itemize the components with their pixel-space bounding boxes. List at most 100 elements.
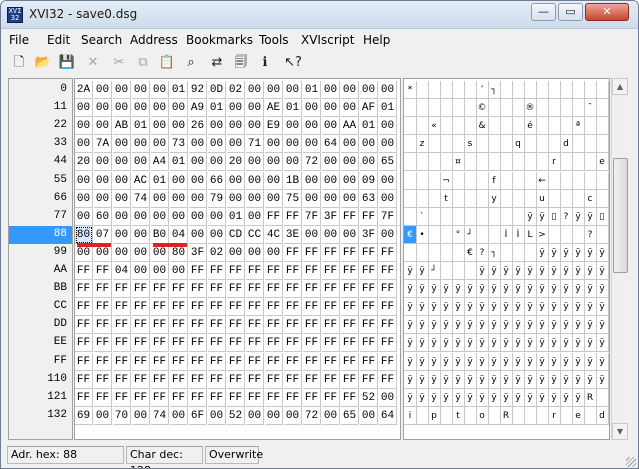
hex-byte-cell[interactable]: FF — [189, 262, 207, 280]
hex-byte-cell[interactable]: FF — [303, 371, 321, 389]
new-file-icon[interactable]: 🗋 — [9, 53, 29, 73]
hex-byte-cell[interactable]: 00 — [303, 99, 321, 117]
hex-byte-cell[interactable]: FF — [322, 262, 340, 280]
hex-byte-cell[interactable]: FF — [189, 334, 207, 352]
hex-byte-cell[interactable]: 00 — [75, 190, 93, 208]
hex-byte-cell[interactable]: FF — [170, 280, 188, 298]
hex-byte-cell[interactable]: 01 — [227, 208, 245, 226]
hex-byte-cell[interactable]: 00 — [360, 153, 378, 171]
hex-byte-cell[interactable]: FF — [360, 334, 378, 352]
hex-byte-cell[interactable]: FF — [208, 334, 226, 352]
hex-byte-cell[interactable]: FF — [322, 371, 340, 389]
resize-grip-icon[interactable] — [626, 457, 636, 467]
hex-byte-cell[interactable]: FF — [113, 334, 131, 352]
hex-byte-cell[interactable]: FF — [170, 316, 188, 334]
hex-byte-cell[interactable]: FF — [341, 334, 359, 352]
hex-byte-cell[interactable]: FF — [303, 280, 321, 298]
hex-byte-cell[interactable]: FF — [303, 244, 321, 262]
hex-byte-cell[interactable]: 00 — [132, 81, 150, 99]
hex-byte-cell[interactable]: 00 — [246, 81, 264, 99]
text-char-cell[interactable] — [596, 99, 609, 117]
hex-byte-cell[interactable]: FF — [75, 371, 93, 389]
hex-byte-cell[interactable]: 00 — [303, 190, 321, 208]
hex-byte-cell[interactable]: 00 — [227, 244, 245, 262]
hex-byte-cell[interactable]: FF — [322, 244, 340, 262]
hex-byte-cell[interactable]: 00 — [360, 135, 378, 153]
menu-address[interactable]: Address — [130, 33, 178, 47]
hex-byte-cell[interactable]: 80 — [75, 226, 93, 244]
hex-byte-cell[interactable]: 00 — [265, 407, 283, 425]
hex-byte-cell[interactable]: 70 — [113, 407, 131, 425]
hex-byte-cell[interactable]: 00 — [132, 262, 150, 280]
text-char-cell[interactable] — [596, 389, 609, 407]
text-char-cell[interactable] — [596, 226, 609, 244]
hex-byte-cell[interactable]: FF — [265, 208, 283, 226]
hex-byte-cell[interactable]: FF — [265, 371, 283, 389]
hex-byte-cell[interactable]: 65 — [341, 407, 359, 425]
hex-byte-cell[interactable]: 00 — [379, 190, 397, 208]
hex-byte-cell[interactable]: AB — [113, 117, 131, 135]
hex-byte-cell[interactable]: 00 — [94, 81, 112, 99]
hex-byte-cell[interactable]: FF — [227, 316, 245, 334]
hex-byte-cell[interactable]: FF — [246, 334, 264, 352]
hex-byte-cell[interactable]: 00 — [208, 407, 226, 425]
hex-byte-cell[interactable]: 00 — [379, 172, 397, 190]
hex-byte-cell[interactable]: FF — [75, 389, 93, 407]
hex-byte-cell[interactable]: FF — [265, 389, 283, 407]
hex-byte-cell[interactable]: FF — [227, 298, 245, 316]
menu-bookmarks[interactable]: Bookmarks — [186, 33, 253, 47]
save-icon[interactable]: 💾 — [57, 53, 77, 73]
hex-byte-cell[interactable]: 01 — [208, 99, 226, 117]
hex-byte-cell[interactable]: 04 — [113, 262, 131, 280]
text-char-cell[interactable]: ÿ — [596, 280, 609, 298]
hex-byte-cell[interactable]: CC — [246, 226, 264, 244]
hex-byte-cell[interactable]: FF — [379, 244, 397, 262]
hex-byte-cell[interactable]: 00 — [113, 153, 131, 171]
hex-byte-cell[interactable]: A4 — [151, 153, 169, 171]
hex-byte-cell[interactable]: 00 — [265, 172, 283, 190]
hex-grid[interactable]: 2A 00 00 00 00 01 92 0D 02 00 00 00 01 00 00 00 00 00 00 00… — [74, 78, 401, 440]
hex-byte-cell[interactable]: FF — [379, 316, 397, 334]
hex-byte-cell[interactable]: FF — [360, 280, 378, 298]
hex-byte-cell[interactable]: FF — [189, 298, 207, 316]
hex-byte-cell[interactable]: 00 — [113, 81, 131, 99]
hex-byte-cell[interactable]: 00 — [75, 208, 93, 226]
text-char-cell[interactable] — [596, 135, 609, 153]
hex-byte-cell[interactable]: 00 — [189, 135, 207, 153]
scroll-down-icon[interactable]: ▼ — [612, 423, 628, 440]
hex-byte-cell[interactable]: 00 — [208, 153, 226, 171]
hex-byte-cell[interactable]: FF — [379, 262, 397, 280]
hex-byte-cell[interactable]: 00 — [379, 135, 397, 153]
hex-byte-cell[interactable]: 00 — [379, 117, 397, 135]
hex-byte-cell[interactable]: A9 — [189, 99, 207, 117]
hex-byte-cell[interactable]: 00 — [113, 244, 131, 262]
hex-byte-cell[interactable]: FF — [75, 262, 93, 280]
hex-byte-cell[interactable]: 00 — [113, 190, 131, 208]
hex-byte-cell[interactable]: FF — [208, 298, 226, 316]
hex-byte-cell[interactable]: FF — [189, 316, 207, 334]
hex-byte-cell[interactable]: 00 — [170, 99, 188, 117]
hex-byte-cell[interactable]: FF — [151, 353, 169, 371]
find-icon[interactable]: ⌕ — [181, 53, 201, 73]
hex-byte-cell[interactable]: FF — [322, 316, 340, 334]
hex-byte-cell[interactable]: FF — [151, 316, 169, 334]
hex-byte-cell[interactable]: FF — [94, 371, 112, 389]
hex-byte-cell[interactable]: 07 — [94, 226, 112, 244]
hex-byte-cell[interactable]: FF — [265, 262, 283, 280]
hex-byte-cell[interactable]: 00 — [246, 172, 264, 190]
hex-byte-cell[interactable]: 00 — [132, 135, 150, 153]
hex-byte-cell[interactable]: FF — [189, 389, 207, 407]
hex-byte-cell[interactable]: FF — [151, 280, 169, 298]
hex-byte-cell[interactable]: 00 — [246, 153, 264, 171]
hex-byte-cell[interactable]: FF — [341, 371, 359, 389]
hex-byte-cell[interactable]: FF — [113, 371, 131, 389]
hex-byte-cell[interactable]: FF — [360, 244, 378, 262]
hex-byte-cell[interactable]: 00 — [303, 172, 321, 190]
hex-byte-cell[interactable]: FF — [265, 353, 283, 371]
hex-byte-cell[interactable]: 02 — [208, 244, 226, 262]
hex-byte-cell[interactable]: FF — [360, 208, 378, 226]
hex-byte-cell[interactable]: 00 — [208, 117, 226, 135]
hex-byte-cell[interactable]: 79 — [208, 190, 226, 208]
hex-byte-cell[interactable]: 00 — [151, 135, 169, 153]
hex-byte-cell[interactable]: 00 — [284, 135, 302, 153]
